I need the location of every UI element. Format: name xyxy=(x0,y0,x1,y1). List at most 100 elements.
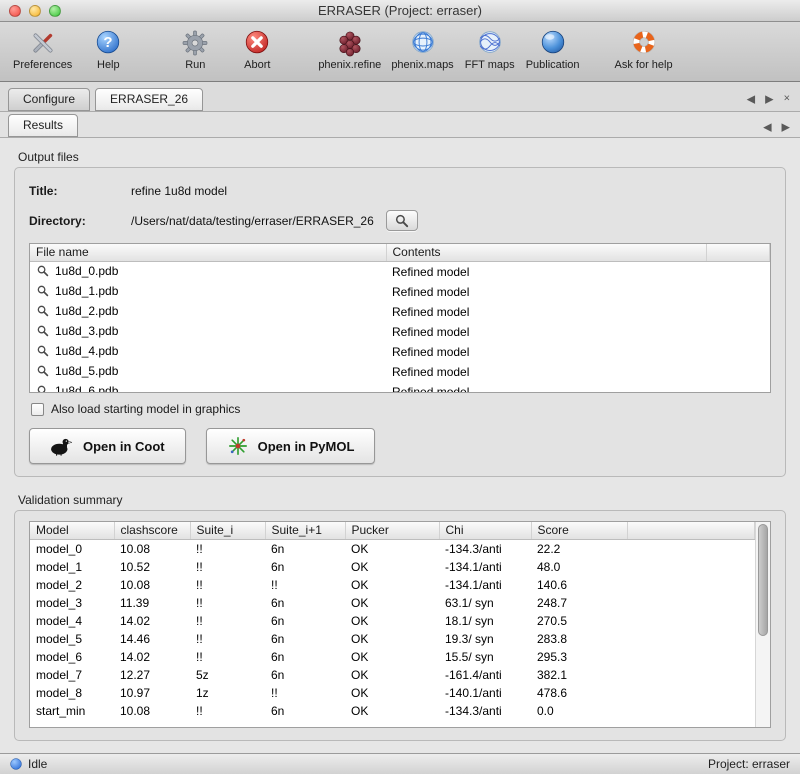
open-in-coot-label: Open in Coot xyxy=(83,439,165,454)
toolbar-abort-button[interactable]: Abort xyxy=(231,27,283,71)
cell: 1u8d_1.pdb xyxy=(30,282,386,302)
cell-filler xyxy=(627,666,755,684)
tab-results[interactable]: Results xyxy=(8,114,78,137)
column-header[interactable]: Score xyxy=(531,522,627,539)
cell: 382.1 xyxy=(531,666,627,684)
cell: 140.6 xyxy=(531,576,627,594)
cell: 6n xyxy=(265,666,345,684)
cell: OK xyxy=(345,666,439,684)
validation-row[interactable]: model_311.39!!6nOK63.1/ syn248.7 xyxy=(30,594,755,612)
toolbar-phenix-refine-button[interactable]: phenix.refine xyxy=(318,27,381,71)
toolbar-fft-maps-button[interactable]: FFT maps xyxy=(464,27,516,71)
cell: model_8 xyxy=(30,684,114,702)
cell: 15.5/ syn xyxy=(439,648,531,666)
cell: -161.4/anti xyxy=(439,666,531,684)
column-header[interactable]: Pucker xyxy=(345,522,439,539)
cell: OK xyxy=(345,576,439,594)
cell: 1u8d_6.pdb xyxy=(30,382,386,394)
validation-row[interactable]: model_712.275z6nOK-161.4/anti382.1 xyxy=(30,666,755,684)
output-file-row[interactable]: 1u8d_1.pdbRefined model xyxy=(30,282,770,302)
validation-row[interactable]: model_010.08!!6nOK-134.3/anti22.2 xyxy=(30,539,755,558)
status-bar: Idle Project: erraser xyxy=(0,753,800,774)
window-title: ERRASER (Project: erraser) xyxy=(318,3,482,18)
cell: -134.1/anti xyxy=(439,576,531,594)
cell-filler xyxy=(627,558,755,576)
tab-back-arrow-icon[interactable]: ◀ xyxy=(763,120,771,133)
open-in-pymol-label: Open in PyMOL xyxy=(258,439,355,454)
cell: 6n xyxy=(265,594,345,612)
validation-row[interactable]: model_810.971z!!OK-140.1/anti478.6 xyxy=(30,684,755,702)
cell: OK xyxy=(345,594,439,612)
validation-row[interactable]: model_614.02!!6nOK15.5/ syn295.3 xyxy=(30,648,755,666)
open-in-coot-button[interactable]: Open in Coot xyxy=(29,428,186,464)
toolbar-preferences-button[interactable]: Preferences xyxy=(13,27,72,71)
validation-row[interactable]: start_min10.08!!6nOK-134.3/anti0.0 xyxy=(30,702,755,720)
cell: 10.97 xyxy=(114,684,190,702)
fft-maps-icon xyxy=(474,27,506,59)
cell-filler xyxy=(627,630,755,648)
tab-close-icon[interactable]: × xyxy=(784,92,790,105)
output-file-row[interactable]: 1u8d_4.pdbRefined model xyxy=(30,342,770,362)
column-header[interactable]: Chi xyxy=(439,522,531,539)
cell: 1u8d_3.pdb xyxy=(30,322,386,342)
cell: !! xyxy=(190,648,265,666)
vertical-scrollbar[interactable] xyxy=(755,522,770,727)
cell: model_2 xyxy=(30,576,114,594)
validation-row[interactable]: model_110.52!!6nOK-134.1/anti48.0 xyxy=(30,558,755,576)
toolbar-run-button[interactable]: Run xyxy=(169,27,221,71)
column-header[interactable]: Suite_i+1 xyxy=(265,522,345,539)
cell: Refined model xyxy=(386,362,706,382)
cell: !! xyxy=(265,684,345,702)
cell-filler xyxy=(706,261,770,282)
magnifier-icon xyxy=(36,264,49,280)
tab-erraser-26[interactable]: ERRASER_26 xyxy=(95,88,203,111)
column-header[interactable]: Model xyxy=(30,522,114,539)
tab-forward-arrow-icon[interactable]: ▶ xyxy=(782,120,790,133)
cell: Refined model xyxy=(386,382,706,394)
column-header[interactable]: Contents xyxy=(386,244,706,261)
tab-configure[interactable]: Configure xyxy=(8,88,90,111)
publication-icon xyxy=(537,27,569,59)
toolbar-label: Ask for help xyxy=(615,59,673,71)
output-file-row[interactable]: 1u8d_3.pdbRefined model xyxy=(30,322,770,342)
cell: Refined model xyxy=(386,342,706,362)
cell: OK xyxy=(345,612,439,630)
cell-filler xyxy=(627,702,755,720)
cell: -134.1/anti xyxy=(439,558,531,576)
cell: -140.1/anti xyxy=(439,684,531,702)
tab-back-arrow-icon[interactable]: ◀ xyxy=(747,92,755,105)
output-file-row[interactable]: 1u8d_0.pdbRefined model xyxy=(30,261,770,282)
column-header[interactable]: clashscore xyxy=(114,522,190,539)
minimize-window-button[interactable] xyxy=(29,5,41,17)
cell: 1u8d_0.pdb xyxy=(30,261,386,282)
column-header[interactable]: File name xyxy=(30,244,386,261)
cell-filler xyxy=(627,684,755,702)
zoom-window-button[interactable] xyxy=(49,5,61,17)
toolbar-publication-button[interactable]: Publication xyxy=(526,27,580,71)
validation-row[interactable]: model_514.46!!6nOK19.3/ syn283.8 xyxy=(30,630,755,648)
cell: 1u8d_2.pdb xyxy=(30,302,386,322)
toolbar-phenix-maps-button[interactable]: phenix.maps xyxy=(391,27,453,71)
scrollbar-thumb[interactable] xyxy=(758,524,768,636)
cell-filler xyxy=(627,594,755,612)
cell: 6n xyxy=(265,630,345,648)
validation-row[interactable]: model_414.02!!6nOK18.1/ syn270.5 xyxy=(30,612,755,630)
output-file-row[interactable]: 1u8d_2.pdbRefined model xyxy=(30,302,770,322)
toolbar-label: Publication xyxy=(526,59,580,71)
preferences-icon xyxy=(27,27,59,59)
tab-forward-arrow-icon[interactable]: ▶ xyxy=(765,92,773,105)
validation-row[interactable]: model_210.08!!!!OK-134.1/anti140.6 xyxy=(30,576,755,594)
magnifier-icon xyxy=(36,344,49,360)
output-file-row[interactable]: 1u8d_5.pdbRefined model xyxy=(30,362,770,382)
browse-directory-button[interactable] xyxy=(386,210,418,231)
load-starting-model-checkbox[interactable] xyxy=(31,403,44,416)
column-header[interactable]: Suite_i xyxy=(190,522,265,539)
cell: Refined model xyxy=(386,322,706,342)
magnifier-icon xyxy=(394,213,409,228)
close-window-button[interactable] xyxy=(9,5,21,17)
status-sphere-icon xyxy=(10,758,22,770)
toolbar-help-button[interactable]: ? Help xyxy=(82,27,134,71)
toolbar-ask-for-help-button[interactable]: Ask for help xyxy=(615,27,673,71)
output-file-row[interactable]: 1u8d_6.pdbRefined model xyxy=(30,382,770,394)
open-in-pymol-button[interactable]: Open in PyMOL xyxy=(206,428,376,464)
